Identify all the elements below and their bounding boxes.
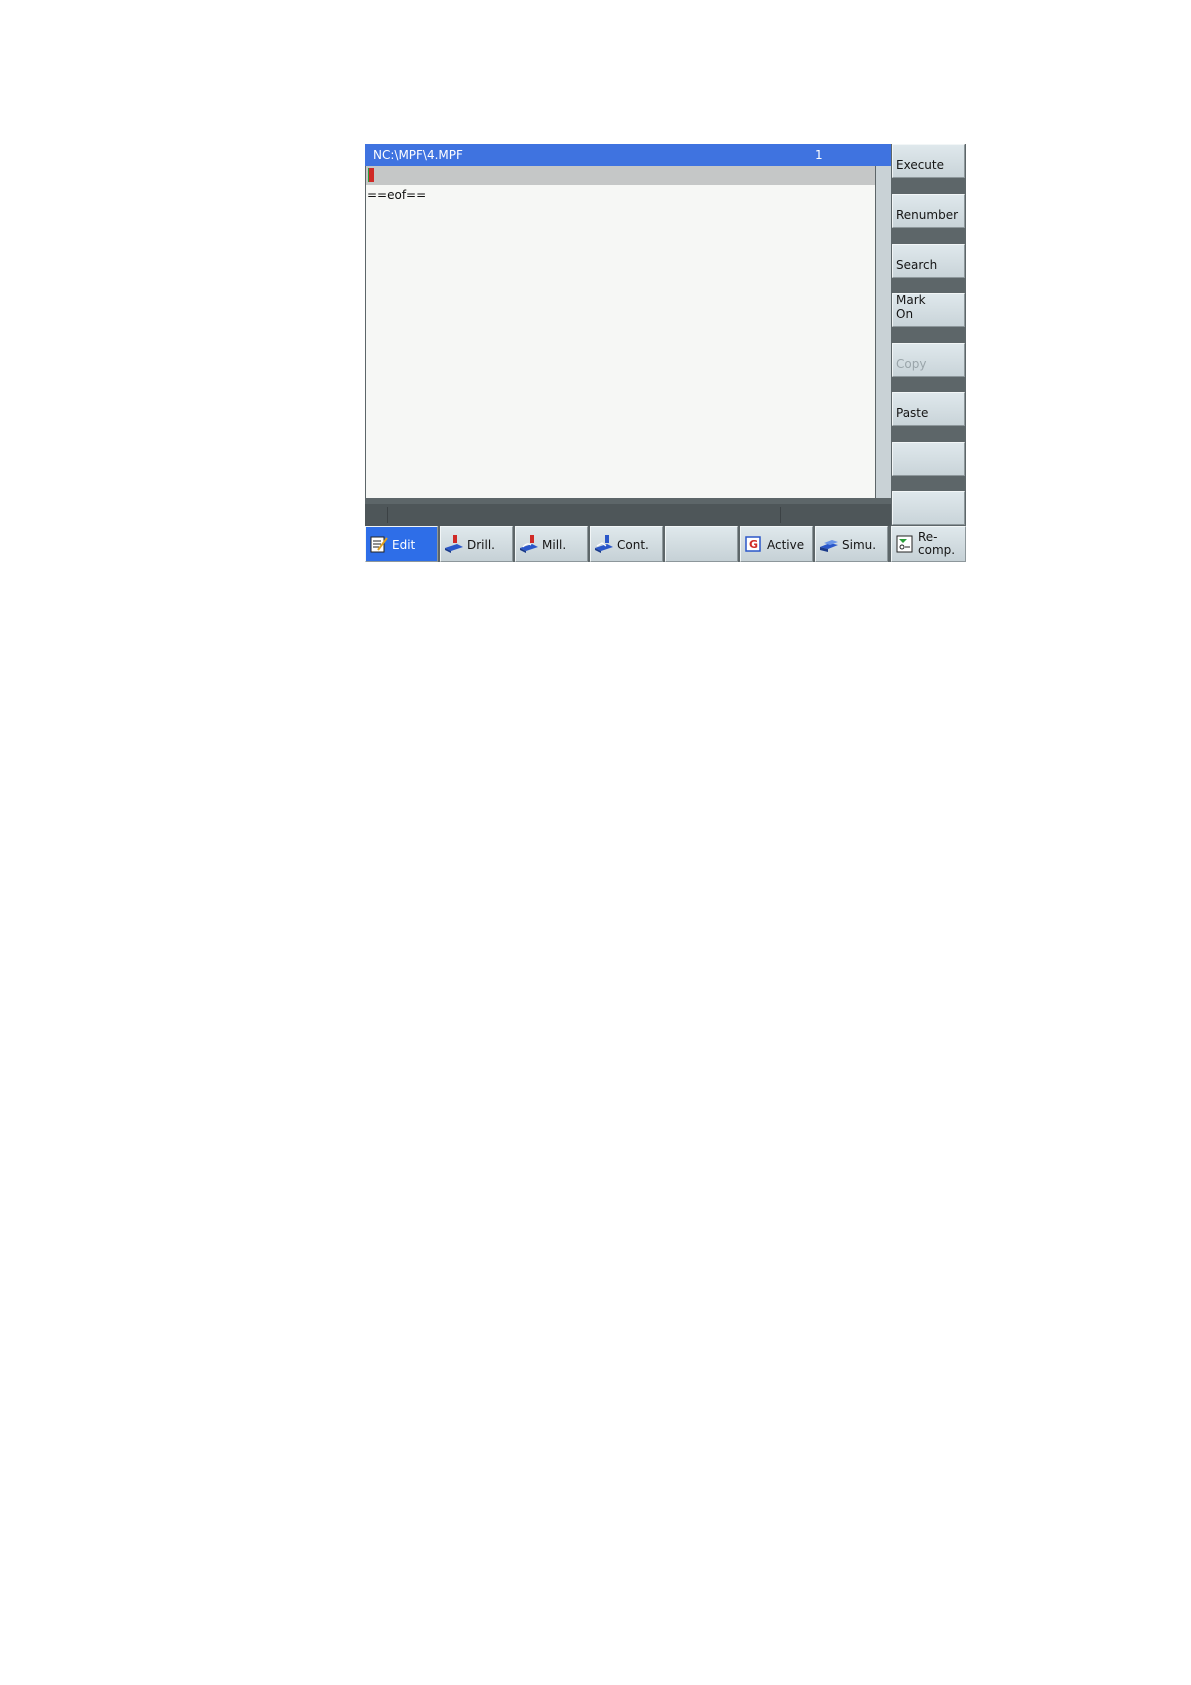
active-softkey[interactable]: G Active xyxy=(740,526,813,562)
softkey-label: Re- comp. xyxy=(918,530,956,557)
empty-softkey[interactable] xyxy=(665,526,738,562)
softkey-label: Paste xyxy=(896,406,929,420)
softkey-label: Mill. xyxy=(542,538,567,552)
status-strip xyxy=(365,504,891,526)
contour-softkey[interactable]: Cont. xyxy=(590,526,663,562)
softkey-label: Search xyxy=(896,258,938,272)
paste-softkey[interactable]: Paste xyxy=(892,392,965,426)
edit-softkey[interactable]: Edit xyxy=(365,526,438,562)
renumber-softkey[interactable]: Renumber xyxy=(892,194,965,228)
simulation-softkey[interactable]: Simu. xyxy=(815,526,888,562)
status-divider xyxy=(780,507,781,523)
text-cursor xyxy=(368,168,374,182)
edit-icon xyxy=(370,536,388,553)
empty-softkey[interactable] xyxy=(892,491,965,525)
drill-softkey[interactable]: Drill. xyxy=(440,526,513,562)
title-bar: NC:\MPF\4.MPF 1 xyxy=(365,144,891,166)
softkey-label: Active xyxy=(767,538,805,552)
softkey-label: Edit xyxy=(392,538,416,552)
recompile-icon xyxy=(896,535,913,553)
vertical-softkey-bar: Execute Renumber Search Mark On Copy Pas… xyxy=(891,144,966,526)
softkey-label: Execute xyxy=(896,158,944,172)
simulation-icon xyxy=(820,540,838,552)
mill-icon xyxy=(520,535,538,553)
softkey-label: Cont. xyxy=(617,538,649,552)
status-divider xyxy=(387,507,388,523)
empty-softkey[interactable] xyxy=(892,442,965,476)
eof-marker: ==eof== xyxy=(367,188,427,202)
cursor-line[interactable] xyxy=(366,166,875,185)
drill-icon xyxy=(445,535,463,553)
execute-softkey[interactable]: Execute xyxy=(892,144,965,178)
search-softkey[interactable]: Search xyxy=(892,244,965,278)
recompile-softkey[interactable]: Re- comp. xyxy=(891,526,966,562)
line-number: 1 xyxy=(815,148,823,162)
copy-softkey[interactable]: Copy xyxy=(892,343,965,377)
softkey-label: Drill. xyxy=(467,538,495,552)
softkey-label: Copy xyxy=(896,357,927,371)
program-path: NC:\MPF\4.MPF xyxy=(373,148,463,162)
svg-text:G: G xyxy=(749,538,758,551)
mill-softkey[interactable]: Mill. xyxy=(515,526,588,562)
cnc-screen: NC:\MPF\4.MPF 1 ==eof== Execute Renumber… xyxy=(365,144,966,562)
softkey-label: Simu. xyxy=(842,538,877,552)
horizontal-softkey-bar: Edit Drill. Mill. Cont. G Active Simu. R… xyxy=(365,526,966,562)
g-code-icon: G xyxy=(745,536,761,552)
program-editor[interactable]: ==eof== xyxy=(366,166,875,498)
softkey-label: Mark On xyxy=(896,293,926,321)
softkey-label: Renumber xyxy=(896,208,959,222)
mark-on-softkey[interactable]: Mark On xyxy=(892,293,965,327)
editor-scrollbar[interactable] xyxy=(876,166,891,498)
contour-icon xyxy=(595,535,613,553)
